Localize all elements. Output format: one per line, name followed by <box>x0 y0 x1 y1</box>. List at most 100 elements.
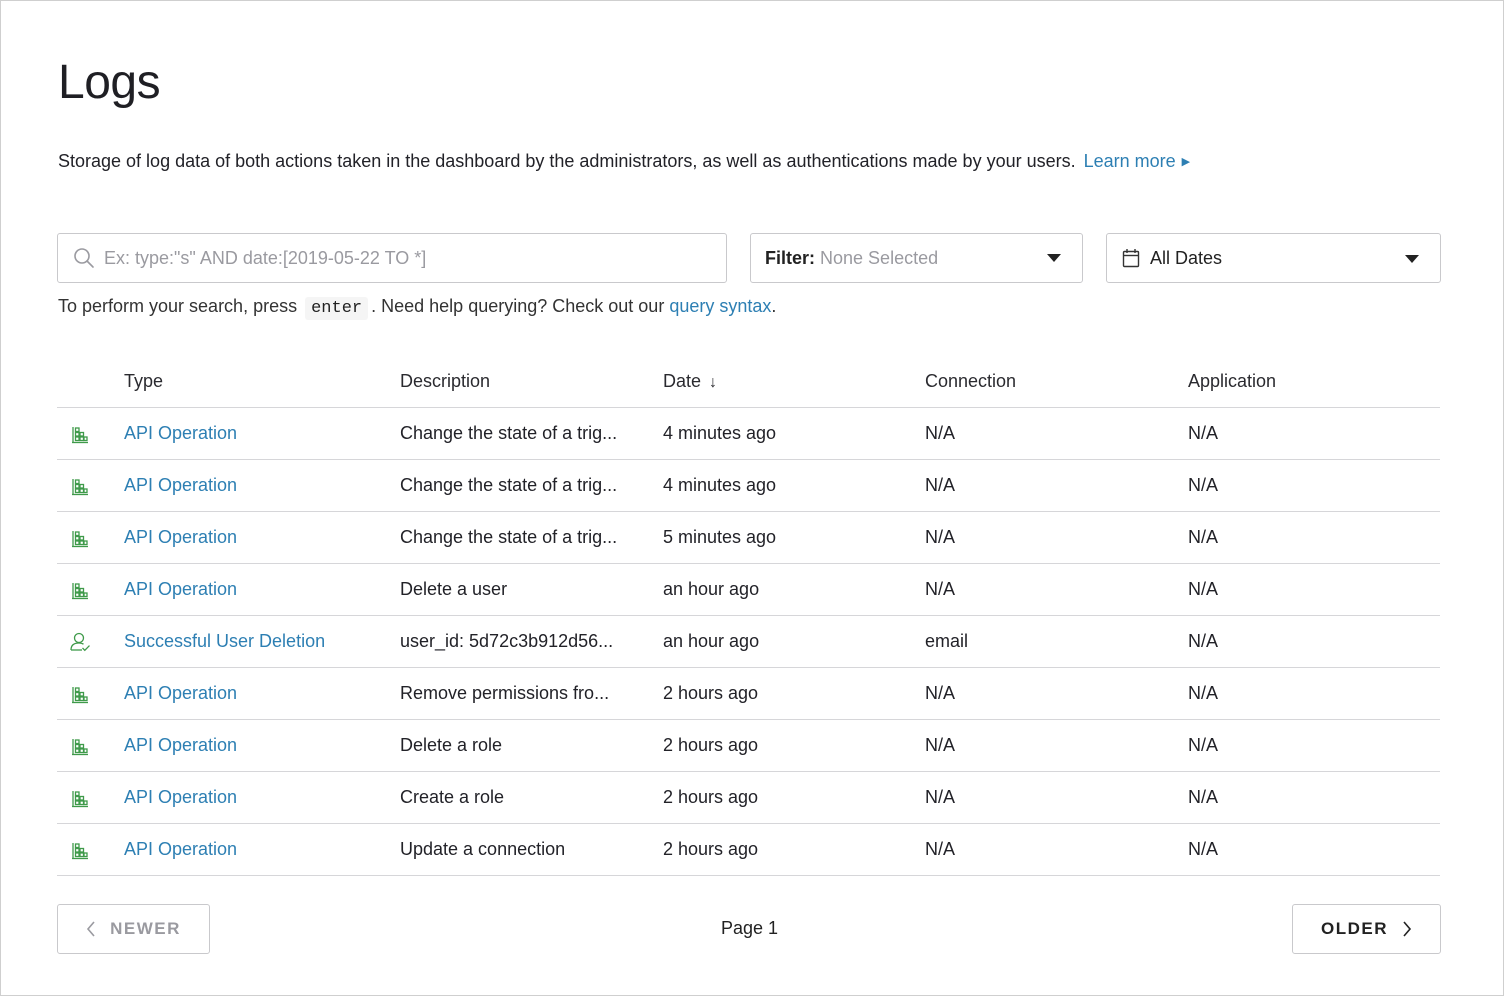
log-type-link[interactable]: Successful User Deletion <box>124 631 325 652</box>
table-body: API Operation Change the state of a trig.… <box>57 408 1440 876</box>
table-row[interactable]: API Operation Change the state of a trig.… <box>57 512 1440 564</box>
log-connection: N/A <box>925 579 956 599</box>
log-date: an hour ago <box>663 579 760 599</box>
api-operation-icon <box>71 686 89 709</box>
table-header: Type Description Date ↓ Connection Applic… <box>57 356 1440 408</box>
log-connection: N/A <box>925 735 956 755</box>
newer-button[interactable]: NEWER <box>57 904 210 954</box>
log-date: 4 minutes ago <box>663 423 777 443</box>
log-connection: email <box>925 631 969 651</box>
chevron-left-icon <box>87 921 95 937</box>
log-date: 2 hours ago <box>663 839 759 859</box>
log-connection: N/A <box>925 683 956 703</box>
api-operation-icon <box>71 530 89 553</box>
table-row[interactable]: API Operation Remove permissions fro... 2 … <box>57 668 1440 720</box>
api-operation-icon <box>71 478 89 501</box>
filter-value: None Selected <box>820 247 939 268</box>
column-header-description: Description <box>400 371 491 391</box>
table-row[interactable]: API Operation Delete a user an hour ago N/A… <box>57 564 1440 616</box>
log-type-link[interactable]: API Operation <box>124 579 237 600</box>
api-operation-icon <box>71 842 89 865</box>
log-date: 2 hours ago <box>663 683 759 703</box>
search-field[interactable] <box>57 233 727 283</box>
log-type-link[interactable]: API Operation <box>124 475 237 496</box>
log-description: Change the state of a trig... <box>400 475 618 495</box>
api-operation-icon <box>71 738 89 761</box>
log-description: Remove permissions fro... <box>400 683 610 703</box>
enter-key-hint: enter <box>305 297 369 320</box>
column-header-application: Application <box>1188 371 1277 391</box>
log-application: N/A <box>1188 735 1219 755</box>
search-help-text: To perform your search, press enter. Nee… <box>58 296 777 320</box>
log-type-link[interactable]: API Operation <box>124 839 237 860</box>
log-connection: N/A <box>925 787 956 807</box>
table-row[interactable]: API Operation Delete a role 2 hours ago N/A… <box>57 720 1440 772</box>
page-indicator: Page 1 <box>721 918 779 938</box>
log-description: Delete a user <box>400 579 508 599</box>
newer-label: NEWER <box>110 919 181 938</box>
table-row[interactable]: API Operation Change the state of a trig.… <box>57 408 1440 460</box>
log-date: 5 minutes ago <box>663 527 777 547</box>
date-range-value: All Dates <box>1150 247 1223 268</box>
log-connection: N/A <box>925 423 956 443</box>
log-type-link[interactable]: API Operation <box>124 787 237 808</box>
page-description: Storage of log data of both actions take… <box>58 151 1190 172</box>
calendar-icon <box>1122 249 1140 268</box>
log-application: N/A <box>1188 683 1219 703</box>
date-range-dropdown[interactable]: All Dates <box>1106 233 1441 283</box>
search-input[interactable] <box>104 247 704 269</box>
play-arrow-icon: ▶ <box>1181 156 1191 168</box>
caret-down-icon <box>1047 254 1061 262</box>
column-header-date[interactable]: Date ↓ <box>663 371 717 392</box>
log-description: Delete a role <box>400 735 503 755</box>
page-description-text: Storage of log data of both actions take… <box>58 151 1076 171</box>
log-application: N/A <box>1188 787 1219 807</box>
help-middle: . Need help querying? Check out our <box>371 296 665 316</box>
column-header-date-label: Date <box>663 371 702 391</box>
log-type-link[interactable]: API Operation <box>124 527 237 548</box>
log-date: 2 hours ago <box>663 787 759 807</box>
log-application: N/A <box>1188 423 1219 443</box>
log-type-link[interactable]: API Operation <box>124 683 237 704</box>
log-application: N/A <box>1188 527 1219 547</box>
log-application: N/A <box>1188 475 1219 495</box>
log-description: user_id: 5d72c3b912d56... <box>400 631 614 651</box>
log-type-link[interactable]: API Operation <box>124 423 237 444</box>
log-date: an hour ago <box>663 631 760 651</box>
caret-down-icon <box>1405 255 1419 263</box>
log-connection: N/A <box>925 475 956 495</box>
help-suffix: . <box>771 296 777 316</box>
log-connection: N/A <box>925 527 956 547</box>
older-button[interactable]: OLDER <box>1292 904 1441 954</box>
learn-more-link[interactable]: Learn more ▶ <box>1084 151 1191 171</box>
log-description: Change the state of a trig... <box>400 527 618 547</box>
search-icon <box>74 248 94 268</box>
filter-label: Filter: <box>765 247 816 268</box>
log-connection: N/A <box>925 839 956 859</box>
api-operation-icon <box>71 426 89 449</box>
table-row[interactable]: Successful User Deletion user_id: 5d72c3b… <box>57 616 1440 668</box>
table-row[interactable]: API Operation Change the state of a trig.… <box>57 460 1440 512</box>
log-date: 4 minutes ago <box>663 475 777 495</box>
table-row[interactable]: API Operation Create a role 2 hours ago N/A… <box>57 772 1440 824</box>
logs-page: Logs Storage of log data of both actions… <box>0 0 1504 996</box>
query-syntax-link[interactable]: query syntax <box>669 296 771 316</box>
sort-desc-icon: ↓ <box>709 374 718 391</box>
log-type-link[interactable]: API Operation <box>124 735 237 756</box>
table-row[interactable]: API Operation Update a connection 2 hours … <box>57 824 1440 876</box>
log-description: Create a role <box>400 787 505 807</box>
filter-dropdown[interactable]: Filter: None Selected <box>750 233 1083 283</box>
column-header-type: Type <box>124 371 164 391</box>
log-application: N/A <box>1188 631 1219 651</box>
api-operation-icon <box>71 790 89 813</box>
help-prefix: To perform your search, press <box>58 296 298 316</box>
learn-more-label: Learn more <box>1083 151 1176 171</box>
log-description: Update a connection <box>400 839 566 859</box>
api-operation-icon <box>71 582 89 605</box>
log-date: 2 hours ago <box>663 735 759 755</box>
chevron-right-icon <box>1403 921 1412 937</box>
log-application: N/A <box>1188 579 1219 599</box>
user-check-icon <box>69 631 91 658</box>
page-title: Logs <box>58 56 161 109</box>
logs-table: Type Description Date ↓ Connection Applic… <box>57 356 1440 876</box>
